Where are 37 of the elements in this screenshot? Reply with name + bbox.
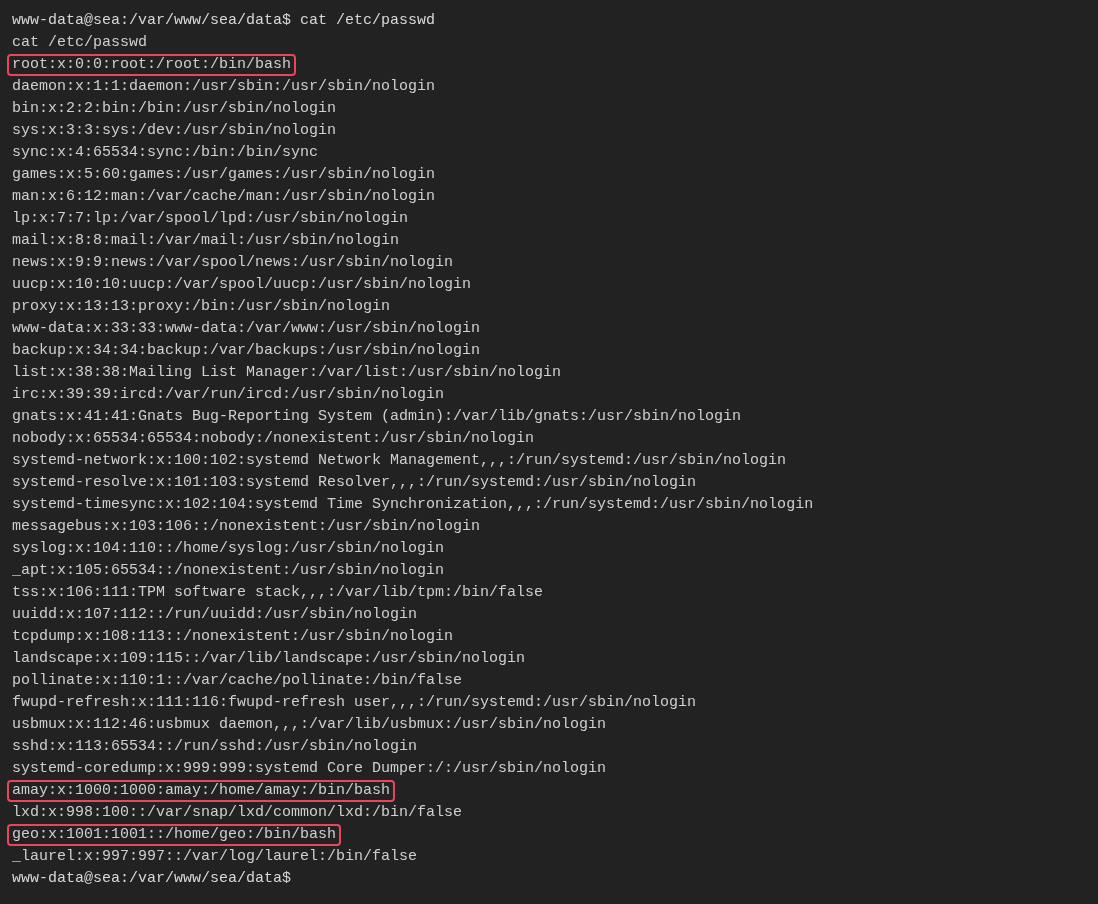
- output-line: backup:x:34:34:backup:/var/backups:/usr/sbin/nologin: [12, 341, 481, 361]
- output-line: systemd-network:x:100:102:systemd Network Management,,,:/run/systemd:/usr/sbin/nologin: [12, 451, 787, 471]
- output-line: fwupd-refresh:x:111:116:fwupd-refresh user,,,:/run/systemd:/usr/sbin/nologin: [12, 693, 697, 713]
- output-line: list:x:38:38:Mailing List Manager:/var/list:/usr/sbin/nologin: [12, 363, 562, 383]
- output-line: mail:x:8:8:mail:/var/mail:/usr/sbin/nologin: [12, 231, 400, 251]
- output-line: usbmux:x:112:46:usbmux daemon,,,:/var/lib/usbmux:/usr/sbin/nologin: [12, 715, 607, 735]
- output-line: tcpdump:x:108:113::/nonexistent:/usr/sbin/nologin: [12, 627, 454, 647]
- output-line: www-data:x:33:33:www-data:/var/www:/usr/sbin/nologin: [12, 319, 481, 339]
- output-line: systemd-coredump:x:999:999:systemd Core Dumper:/:/usr/sbin/nologin: [12, 759, 607, 779]
- output-line: tss:x:106:111:TPM software stack,,,:/var/lib/tpm:/bin/false: [12, 583, 544, 603]
- output-line: lp:x:7:7:lp:/var/spool/lpd:/usr/sbin/nologin: [12, 209, 409, 229]
- output-line: pollinate:x:110:1::/var/cache/pollinate:/bin/false: [12, 671, 463, 691]
- prompt-line: www-data@sea:/var/www/sea/data$ cat /etc/passwd: [12, 11, 436, 31]
- output-line: irc:x:39:39:ircd:/var/run/ircd:/usr/sbin/nologin: [12, 385, 445, 405]
- output-line: sshd:x:113:65534::/run/sshd:/usr/sbin/nologin: [12, 737, 418, 757]
- output-line: systemd-timesync:x:102:104:systemd Time Synchronization,,,:/run/systemd:/usr/sbin/nologin: [12, 495, 814, 515]
- output-line: cat /etc/passwd: [12, 33, 148, 53]
- output-line: man:x:6:12:man:/var/cache/man:/usr/sbin/nologin: [12, 187, 436, 207]
- output-line: sync:x:4:65534:sync:/bin:/bin/sync: [12, 143, 319, 163]
- output-line: gnats:x:41:41:Gnats Bug-Reporting System (admin):/var/lib/gnats:/usr/sbin/nologin: [12, 407, 742, 427]
- output-line: messagebus:x:103:106::/nonexistent:/usr/sbin/nologin: [12, 517, 481, 537]
- output-line: lxd:x:998:100::/var/snap/lxd/common/lxd:/bin/false: [12, 803, 463, 823]
- output-line: systemd-resolve:x:101:103:systemd Resolver,,,:/run/systemd:/usr/sbin/nologin: [12, 473, 697, 493]
- output-line: games:x:5:60:games:/usr/games:/usr/sbin/nologin: [12, 165, 436, 185]
- output-line: proxy:x:13:13:proxy:/bin:/usr/sbin/nologin: [12, 297, 391, 317]
- output-line: _apt:x:105:65534::/nonexistent:/usr/sbin/nologin: [12, 561, 445, 581]
- output-line: bin:x:2:2:bin:/bin:/usr/sbin/nologin: [12, 99, 337, 119]
- output-line: daemon:x:1:1:daemon:/usr/sbin:/usr/sbin/nologin: [12, 77, 436, 97]
- output-line: _laurel:x:997:997::/var/log/laurel:/bin/false: [12, 847, 418, 867]
- output-line: news:x:9:9:news:/var/spool/news:/usr/sbin/nologin: [12, 253, 454, 273]
- output-line: landscape:x:109:115::/var/lib/landscape:/usr/sbin/nologin: [12, 649, 526, 669]
- output-line: uucp:x:10:10:uucp:/var/spool/uucp:/usr/sbin/nologin: [12, 275, 472, 295]
- output-line: uuidd:x:107:112::/run/uuidd:/usr/sbin/nologin: [12, 605, 418, 625]
- output-line: sys:x:3:3:sys:/dev:/usr/sbin/nologin: [12, 121, 337, 141]
- prompt-line: www-data@sea:/var/www/sea/data$: [12, 869, 292, 889]
- output-line: nobody:x:65534:65534:nobody:/nonexistent:/usr/sbin/nologin: [12, 429, 535, 449]
- output-line: syslog:x:104:110::/home/syslog:/usr/sbin/nologin: [12, 539, 445, 559]
